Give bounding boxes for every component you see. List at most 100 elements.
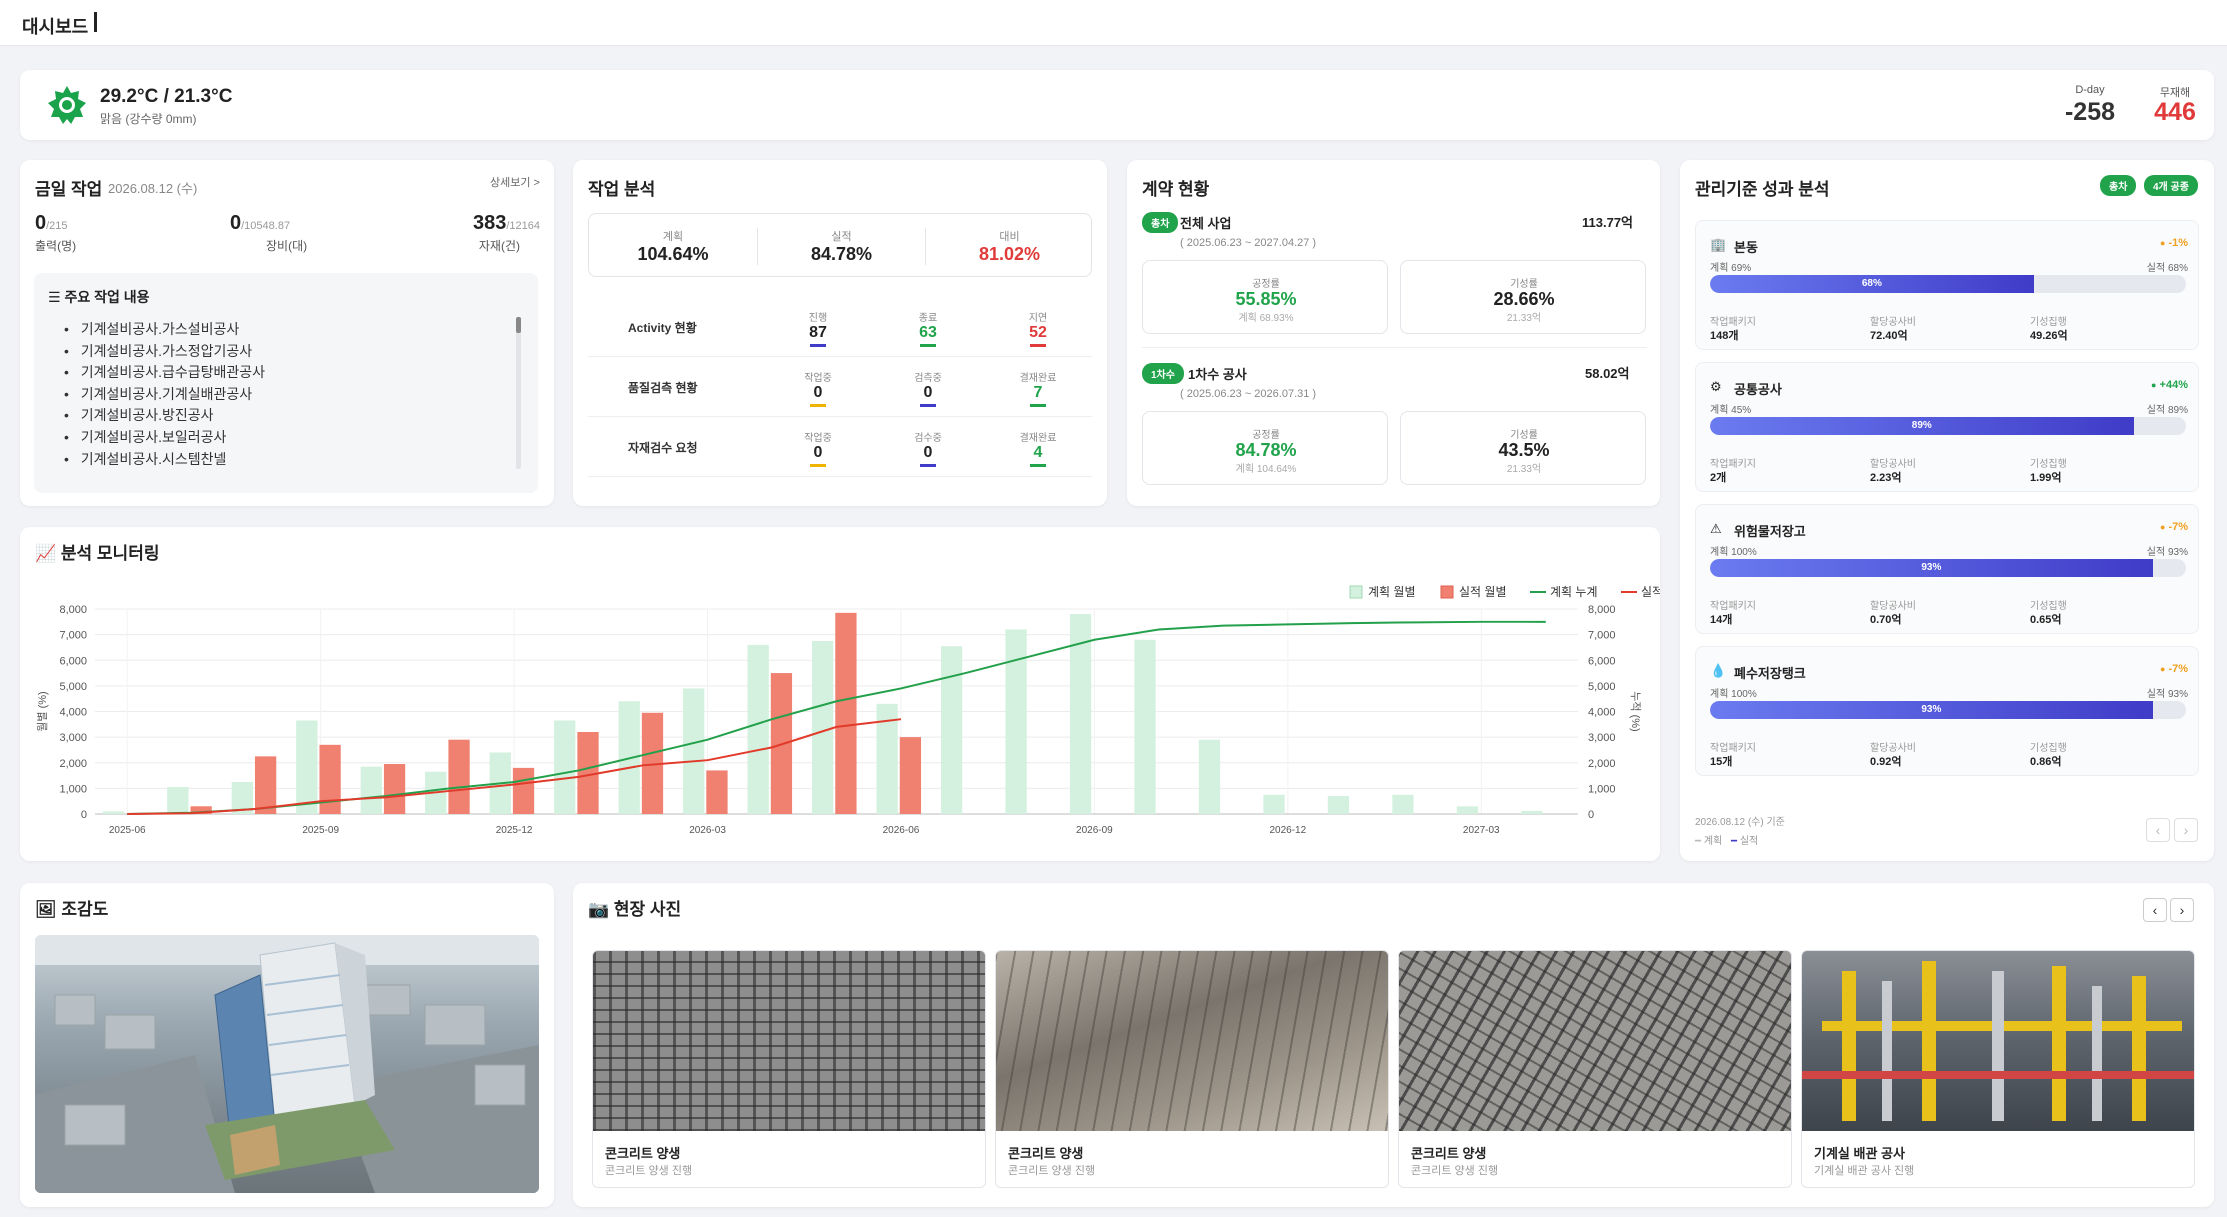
detail-link[interactable]: 상세보기 > — [490, 174, 540, 190]
chart-card: 📈 분석 모니터링 0 0 1,000 1,000 2,000 2,000 3,000 3,0… — [20, 527, 1660, 861]
dday-value: -258 — [2064, 98, 2116, 126]
work-list: • 기계설비공사.가스설비공사 • 기계설비공사.가스정압기공사 • 기계설비공… — [64, 319, 265, 470]
mgmt-item-actual: 실적 89% — [2146, 405, 2188, 416]
aerial-image[interactable] — [35, 935, 539, 1193]
aerial-card: 🖼 조감도 — [20, 883, 554, 1207]
dday-label: D-day — [2075, 84, 2105, 96]
work-analysis-title: 작업 분석 — [588, 180, 656, 199]
mgmt-item-packages: 14개 — [1710, 614, 1733, 626]
mgmt-progress-bar: 68% — [1710, 275, 2186, 293]
mgmt-progress-bar: 89% — [1710, 417, 2186, 435]
safe-value: 446 — [2154, 98, 2196, 126]
work-summary-box: 계획 104.64% 실적 84.78% 대비 81.02% — [588, 213, 1092, 277]
x-tick: 2026-09 — [1076, 825, 1113, 836]
site-photo-2[interactable]: 콘크리트 양생 콘크리트 양생 진행 — [995, 950, 1389, 1188]
ratio-stat: 대비 81.02% — [925, 228, 1093, 265]
mgmt-prev-button[interactable]: ‹ — [2146, 818, 2170, 842]
contract-total: 총차 전체 사업 113.77억 ( 2025.06.23 ~ 2027.04.… — [1142, 212, 1647, 348]
mgmt-item-paid: 0.86억 — [2030, 756, 2062, 768]
plan-stat: 계획 104.64% — [637, 231, 709, 264]
mgmt-item-packages: 148개 — [1710, 330, 1739, 342]
rebar-image — [593, 951, 985, 1131]
bar-plan — [1392, 794, 1414, 814]
page-title: 대시보드 — [22, 17, 89, 37]
material-row: 자재검수 요청 작업중 0 검수중 0 결재완료 4 — [588, 417, 1092, 477]
title-cursor — [94, 12, 97, 32]
weather-desc: 맑음 (강수량 0mm) — [100, 112, 197, 126]
mgmt-item-packages: 2개 — [1710, 472, 1727, 484]
y-right-tick: 4,000 — [1588, 707, 1616, 719]
mgmt-next-button[interactable]: › — [2174, 818, 2198, 842]
mgmt-legend: ━ 계획 ━ 실적 — [1695, 836, 1759, 847]
mgmt-item-paid: 1.99억 — [2030, 472, 2062, 484]
mgmt-item[interactable]: 🏢 본동 ● -1% 계획 69% 실적 68% 68% 작업패키지 148개 할당공사비 72.… — [1695, 220, 2199, 350]
main-work-title: ☰ 주요 작업 내용 — [48, 289, 150, 305]
y-right-tick: 0 — [1588, 809, 1594, 821]
mgmt-item-delta: ● -7% — [2159, 663, 2188, 675]
bar-actual — [448, 739, 470, 814]
actual-stat: 실적 84.78% — [757, 228, 925, 265]
main-work-box: ☰ 주요 작업 내용 • 기계설비공사.가스설비공사 • 기계설비공사.가스정압… — [34, 273, 538, 493]
site-photo-3[interactable]: 콘크리트 양생 콘크리트 양생 진행 — [1398, 950, 1792, 1188]
mgmt-item-actual: 실적 68% — [2146, 263, 2188, 274]
mgmt-item-budget: 72.40억 — [1870, 330, 1908, 342]
contract-phase1: 1차수 1차수 공사 58.02억 ( 2025.06.23 ~ 2026.07… — [1142, 363, 1647, 499]
y-right-tick: 5,000 — [1588, 681, 1616, 693]
list-scrollbar[interactable] — [516, 317, 521, 469]
mgmt-item-budget: 0.70억 — [1870, 614, 1902, 626]
x-tick: 2025-09 — [302, 825, 339, 836]
list-item: • 기계설비공사.방진공사 — [64, 407, 214, 424]
site-photo-4[interactable]: 기계실 배관 공사 기계실 배관 공사 진행 — [1801, 950, 2195, 1188]
mgmt-item[interactable]: ⚠ 위험물저장고 ● -7% 계획 100% 실적 93% 93% 작업패키지 14개 할당공사… — [1695, 504, 2199, 634]
today-title: 금일 작업 — [35, 180, 103, 199]
photos-prev-button[interactable]: ‹ — [2143, 898, 2167, 922]
x-tick: 2025-06 — [109, 825, 146, 836]
y-left-tick: 2,000 — [59, 758, 87, 770]
photos-next-button[interactable]: › — [2170, 898, 2194, 922]
y-left-label: 월별 (%) — [36, 691, 49, 731]
bar-plan — [1327, 796, 1350, 814]
y-left-tick: 7,000 — [59, 630, 87, 642]
list-item: • 기계설비공사.시스템찬넬 — [64, 450, 227, 467]
mgmt-item[interactable]: 💧 폐수저장탱크 ● -7% 계획 100% 실적 93% 93% 작업패키지 15개 할당공사… — [1695, 646, 2199, 776]
x-tick: 2027-03 — [1463, 825, 1500, 836]
mgmt-item-name: 폐수저장탱크 — [1734, 666, 1806, 681]
list-item: • 기계설비공사.기계실배관공사 — [64, 385, 253, 402]
mgmt-progress-bar: 93% — [1710, 559, 2186, 577]
bar-actual — [512, 767, 535, 814]
mgmt-item-delta: ● -7% — [2159, 521, 2188, 533]
y-left-tick: 8,000 — [59, 604, 87, 616]
legend-label: 실적 누계 — [1641, 585, 1660, 599]
mgmt-item-paid: 0.65억 — [2030, 614, 2062, 626]
y-left-tick: 1,000 — [59, 783, 87, 795]
worker-image — [1399, 951, 1791, 1131]
weather-card: 29.2°C / 21.3°C 맑음 (강수량 0mm) D-day -258 … — [20, 70, 2214, 140]
mgmt-item-plan: 계획 100% — [1710, 689, 1757, 700]
mgmt-item-budget: 2.23억 — [1870, 472, 1902, 484]
y-right-tick: 1,000 — [1588, 783, 1616, 795]
stat-workers: 0/215 출력(명) — [35, 212, 77, 253]
bar-actual — [319, 744, 341, 814]
list-item: • 기계설비공사.보일러공사 — [64, 428, 227, 445]
badge-total: 총차 — [1142, 212, 1179, 233]
bar-plan — [554, 720, 576, 814]
x-tick: 2026-03 — [689, 825, 726, 836]
y-right-label: 누적 (%) — [1629, 691, 1642, 731]
sun-icon — [48, 86, 86, 124]
mgmt-item[interactable]: ⚙ 공통공사 ● +44% 계획 45% 실적 89% 89% 작업패키지 2개 할당공사비 2.… — [1695, 362, 2199, 492]
site-photo-1[interactable]: 콘크리트 양생 콘크리트 양생 진행 — [592, 950, 986, 1188]
badge-trades: 4개 공종 — [2144, 175, 2198, 196]
y-right-tick: 6,000 — [1588, 655, 1616, 667]
y-right-tick: 2,000 — [1588, 758, 1616, 770]
y-right-tick: 8,000 — [1588, 604, 1616, 616]
mgmt-progress-fill: 68% — [1710, 275, 2034, 293]
bar-plan — [296, 720, 318, 814]
legend-label: 실적 월별 — [1459, 585, 1507, 599]
list-icon: ☰ — [48, 289, 65, 305]
x-tick: 2026-06 — [883, 825, 920, 836]
bar-plan — [1263, 794, 1285, 814]
mgmt-title: 관리기준 성과 분석 — [1695, 180, 1830, 199]
mgmt-item-paid: 49.26억 — [2030, 330, 2068, 342]
mgmt-item-plan: 계획 45% — [1710, 405, 1752, 416]
y-left-tick: 5,000 — [59, 681, 87, 693]
